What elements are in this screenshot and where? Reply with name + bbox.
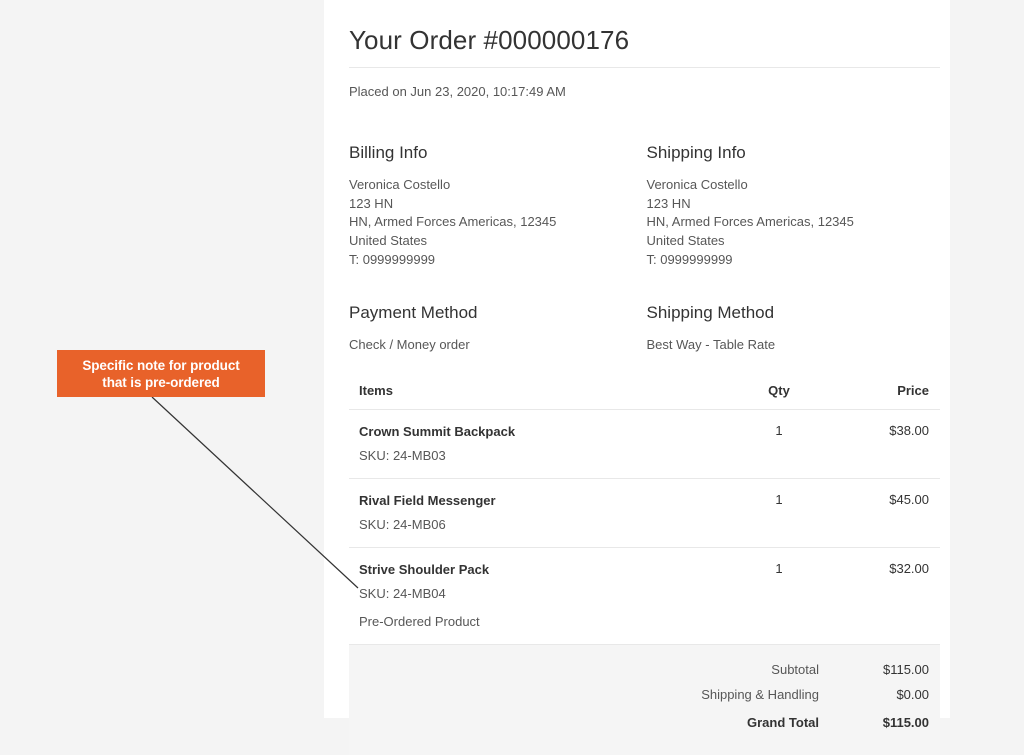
item-qty: 1: [729, 409, 829, 478]
subtotal-label: Subtotal: [349, 657, 829, 682]
billing-city-region-zip: HN, Armed Forces Americas, 12345: [349, 213, 645, 232]
billing-country: United States: [349, 232, 645, 251]
grand-total-value: $115.00: [829, 707, 940, 735]
item-sku: SKU: 24-MB03: [359, 440, 728, 464]
shipping-phone: T: 0999999999: [647, 251, 941, 270]
item-qty: 1: [729, 547, 829, 644]
table-row: Crown Summit Backpack SKU: 24-MB03 1 $38…: [349, 409, 940, 478]
billing-street: 123 HN: [349, 195, 645, 214]
shipping-name: Veronica Costello: [647, 176, 941, 195]
grand-total-label: Grand Total: [349, 707, 829, 735]
shipping-street: 123 HN: [647, 195, 941, 214]
item-sku: SKU: 24-MB04: [359, 578, 728, 602]
item-sku: SKU: 24-MB06: [359, 509, 728, 533]
billing-name: Veronica Costello: [349, 176, 645, 195]
table-row: Rival Field Messenger SKU: 24-MB06 1 $45…: [349, 478, 940, 547]
item-qty: 1: [729, 478, 829, 547]
order-totals-table: Subtotal $115.00 Shipping & Handling $0.…: [349, 657, 940, 735]
order-totals-section: Subtotal $115.00 Shipping & Handling $0.…: [349, 645, 940, 755]
shipping-country: United States: [647, 232, 941, 251]
shipping-handling-value: $0.00: [829, 682, 940, 707]
totals-row-subtotal: Subtotal $115.00: [349, 657, 940, 682]
column-header-price: Price: [829, 383, 940, 410]
shipping-method-block: Shipping Method Best Way - Table Rate: [645, 302, 941, 354]
order-items-body: Crown Summit Backpack SKU: 24-MB03 1 $38…: [349, 409, 940, 644]
billing-info-heading: Billing Info: [349, 142, 645, 163]
table-row: Strive Shoulder Pack SKU: 24-MB04 Pre-Or…: [349, 547, 940, 644]
annotation-callout-box: Specific note for product that is pre-or…: [57, 350, 265, 397]
item-price: $45.00: [829, 478, 940, 547]
item-price: $38.00: [829, 409, 940, 478]
item-name: Strive Shoulder Pack: [359, 561, 728, 578]
annotation-line-1: Specific note for product: [82, 358, 239, 373]
item-details-cell: Crown Summit Backpack SKU: 24-MB03: [349, 409, 729, 478]
page-title: Your Order #000000176: [349, 0, 940, 56]
card-content: Your Order #000000176 Placed on Jun 23, …: [349, 0, 940, 755]
order-items-table: Items Qty Price Crown Summit Backpack SK…: [349, 383, 940, 645]
methods-section: Payment Method Check / Money order Shipp…: [349, 270, 940, 354]
item-details-cell: Strive Shoulder Pack SKU: 24-MB04 Pre-Or…: [349, 547, 729, 644]
shipping-city-region-zip: HN, Armed Forces Americas, 12345: [647, 213, 941, 232]
column-header-qty: Qty: [729, 383, 829, 410]
shipping-info-block: Shipping Info Veronica Costello 123 HN H…: [645, 142, 941, 270]
address-section: Billing Info Veronica Costello 123 HN HN…: [349, 100, 940, 270]
subtotal-value: $115.00: [829, 657, 940, 682]
shipping-method-heading: Shipping Method: [647, 302, 941, 323]
annotation-callout-text: Specific note for product that is pre-or…: [82, 357, 239, 391]
column-header-items: Items: [349, 383, 729, 410]
table-header-row: Items Qty Price: [349, 383, 940, 410]
billing-info-block: Billing Info Veronica Costello 123 HN HN…: [349, 142, 645, 270]
item-preorder-note: Pre-Ordered Product: [359, 602, 728, 630]
item-name: Rival Field Messenger: [359, 492, 728, 509]
shipping-handling-label: Shipping & Handling: [349, 682, 829, 707]
item-name: Crown Summit Backpack: [359, 423, 728, 440]
item-details-cell: Rival Field Messenger SKU: 24-MB06: [349, 478, 729, 547]
payment-method-heading: Payment Method: [349, 302, 645, 323]
item-price: $32.00: [829, 547, 940, 644]
annotation-line-2: that is pre-ordered: [102, 375, 219, 390]
shipping-info-heading: Shipping Info: [647, 142, 941, 163]
totals-row-grand-total: Grand Total $115.00: [349, 707, 940, 735]
order-confirmation-card: Your Order #000000176 Placed on Jun 23, …: [324, 0, 950, 718]
totals-row-shipping: Shipping & Handling $0.00: [349, 682, 940, 707]
order-placed-date: Placed on Jun 23, 2020, 10:17:49 AM: [349, 68, 940, 100]
payment-method-block: Payment Method Check / Money order: [349, 302, 645, 354]
payment-method-value: Check / Money order: [349, 336, 645, 354]
billing-phone: T: 0999999999: [349, 251, 645, 270]
shipping-method-value: Best Way - Table Rate: [647, 336, 941, 354]
